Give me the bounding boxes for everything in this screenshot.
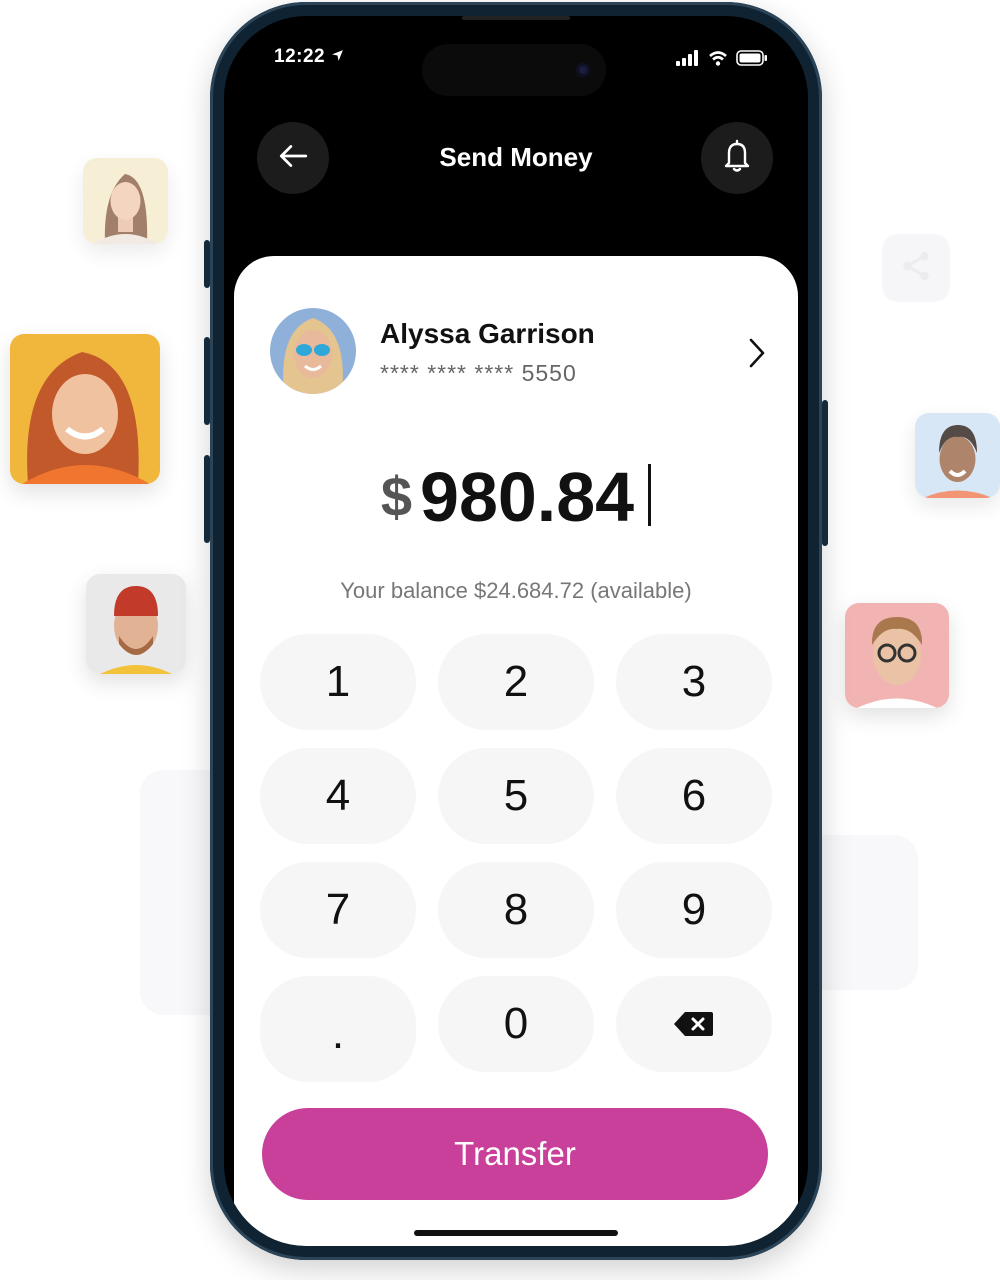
status-time-text: 12:22 — [274, 46, 326, 67]
notifications-button[interactable] — [701, 122, 773, 194]
balance-text: Your balance $24.684.72 (available) — [340, 578, 692, 603]
key-2[interactable]: 2 — [438, 634, 594, 730]
avatar-man-curly-hair — [915, 413, 1000, 498]
amount-value: 980.84 — [420, 458, 635, 536]
key-6[interactable]: 6 — [616, 748, 772, 844]
key-7[interactable]: 7 — [260, 862, 416, 958]
recipient-avatar — [270, 308, 356, 394]
home-indicator — [414, 1230, 618, 1236]
phone-screen: 12:22 Send Money Alyssa Garrison **** **… — [224, 16, 808, 1246]
volume-down-button — [204, 455, 210, 543]
phone-frame: 12:22 Send Money Alyssa Garrison **** **… — [204, 2, 828, 1260]
avatar-man-glasses — [845, 603, 949, 708]
location-arrow-icon — [331, 46, 344, 68]
recipient-name: Alyssa Garrison — [380, 318, 595, 349]
volume-up-button — [204, 337, 210, 425]
transfer-button[interactable]: Transfer — [262, 1108, 768, 1200]
key-5[interactable]: 5 — [438, 748, 594, 844]
key-1[interactable]: 1 — [260, 634, 416, 730]
amount-display: $ 980.84 — [234, 452, 798, 532]
text-cursor — [648, 464, 652, 526]
power-button — [822, 400, 828, 546]
wifi-icon — [708, 50, 728, 71]
chevron-right-icon — [746, 336, 768, 375]
dynamic-island — [422, 44, 606, 96]
key-3[interactable]: 3 — [616, 634, 772, 730]
speaker-grill — [462, 16, 570, 20]
key-9[interactable]: 9 — [616, 862, 772, 958]
backspace-key[interactable] — [616, 976, 772, 1072]
avatar-man-red-beanie — [86, 574, 186, 674]
bell-icon — [721, 139, 753, 178]
action-button — [204, 240, 210, 288]
keypad: 1 2 3 4 5 6 7 8 9 . 0 — [260, 634, 772, 1082]
front-camera — [576, 63, 590, 77]
recipient-card-number: **** **** **** 5550 — [380, 360, 577, 386]
status-time: 12:22 — [274, 46, 344, 68]
battery-icon — [736, 50, 768, 71]
key-4[interactable]: 4 — [260, 748, 416, 844]
send-money-card: Alyssa Garrison **** **** **** 5550 $ 98… — [234, 256, 798, 1246]
backspace-icon — [673, 999, 715, 1049]
share-tile — [882, 234, 950, 302]
avatar-woman-brown-hair — [83, 158, 168, 244]
recipient-selector[interactable]: Alyssa Garrison **** **** **** 5550 — [270, 308, 768, 398]
key-8[interactable]: 8 — [438, 862, 594, 958]
signal-icon — [676, 50, 700, 71]
share-icon — [899, 249, 933, 288]
key-0[interactable]: 0 — [438, 976, 594, 1072]
amount-currency: $ — [380, 465, 413, 528]
status-icons — [676, 50, 768, 71]
avatar-woman-red-hair — [10, 334, 160, 484]
key-decimal[interactable]: . — [260, 976, 416, 1082]
